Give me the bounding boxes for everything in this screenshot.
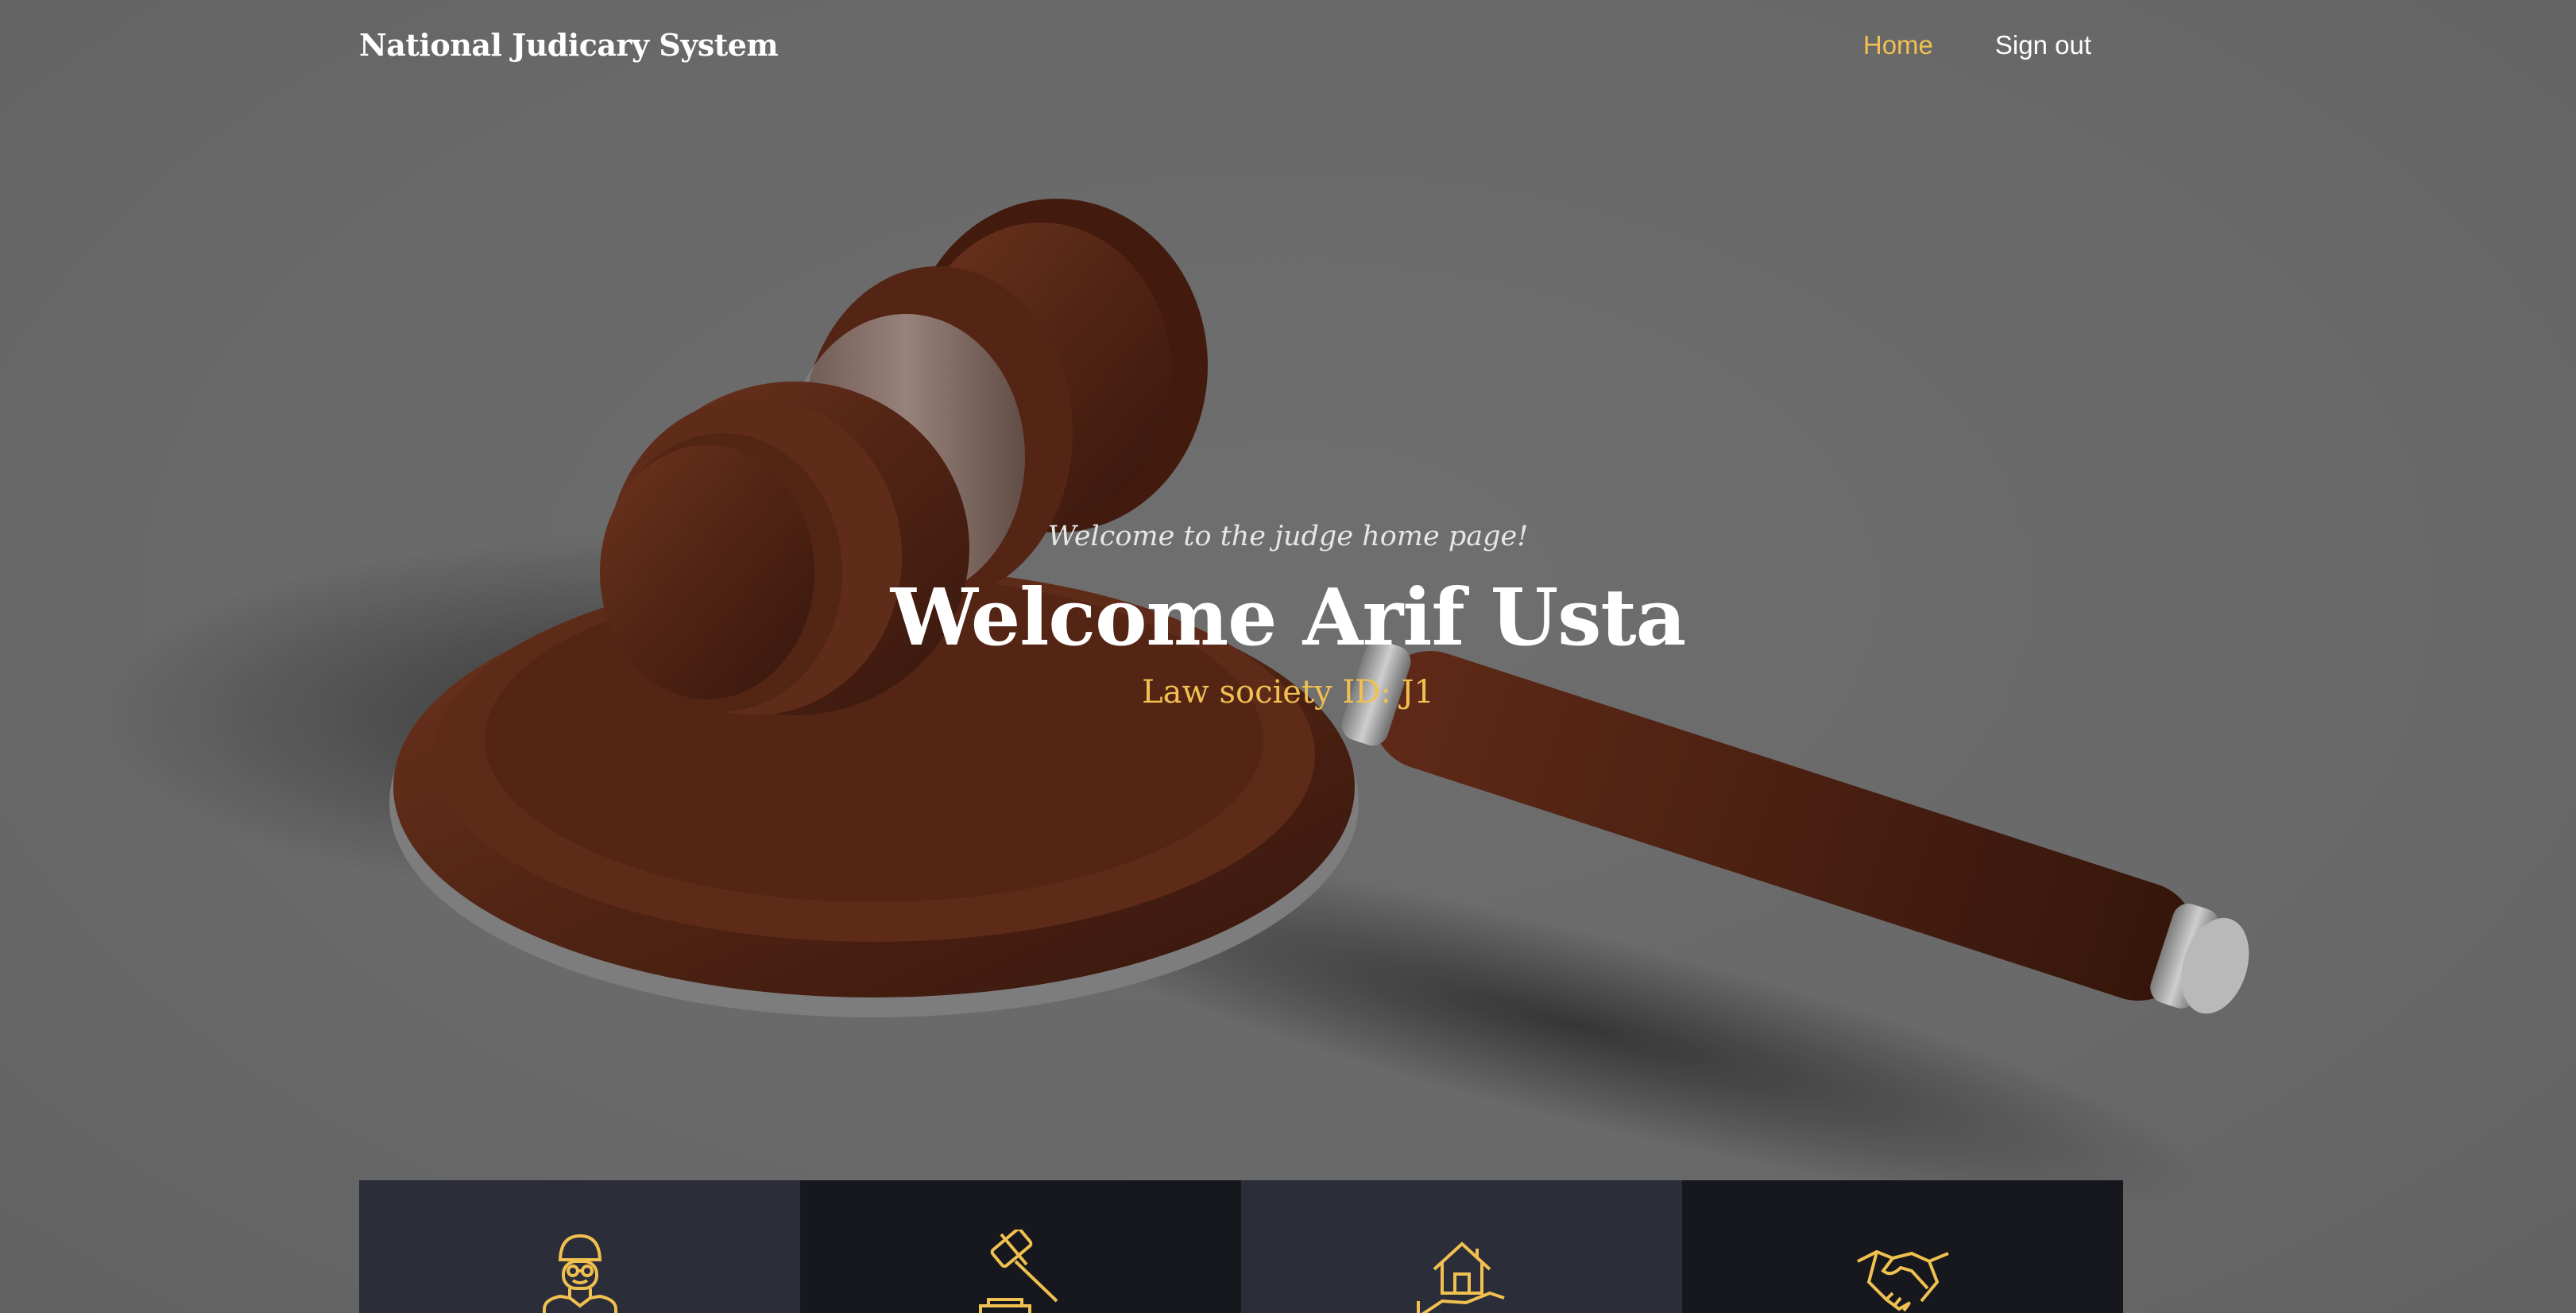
hero-title: Welcome Arif Usta — [890, 572, 1686, 664]
house-in-hand-icon — [1416, 1241, 1505, 1313]
tile-property[interactable] — [1241, 1180, 1682, 1313]
law-society-id: Law society ID: J1 — [1142, 674, 1434, 711]
tile-lawyer[interactable] — [359, 1180, 800, 1313]
feature-tiles — [359, 1180, 2123, 1313]
judge-home-page: National Judicary System Home Sign out W… — [0, 0, 2576, 1313]
brand-logo[interactable]: National Judicary System — [359, 27, 779, 63]
handshake-icon — [1856, 1249, 1949, 1312]
gavel-icon — [978, 1230, 1058, 1313]
lawyer-icon — [542, 1234, 617, 1313]
top-navbar: National Judicary System Home Sign out — [359, 22, 2091, 73]
nav-links: Home Sign out — [1863, 30, 2091, 60]
tile-gavel[interactable] — [800, 1180, 1241, 1313]
nav-home-link[interactable]: Home — [1863, 30, 1933, 60]
tile-agreements[interactable] — [1682, 1180, 2123, 1313]
nav-sign-out-link[interactable]: Sign out — [1995, 30, 2091, 60]
hero-tagline: Welcome to the judge home page! — [1047, 521, 1529, 552]
